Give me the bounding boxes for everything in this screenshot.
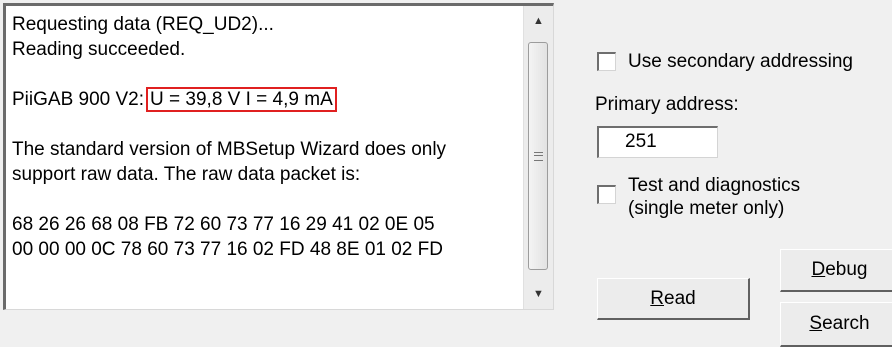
output-line: PiiGAB 900 V2: U = 39,8 V I = 4,9 mA xyxy=(12,87,524,112)
read-button[interactable]: Read xyxy=(597,278,750,320)
debug-label-rest: ebug xyxy=(825,259,868,280)
search-label-rest: earch xyxy=(822,313,870,334)
primary-address-input[interactable]: 251 xyxy=(597,126,718,158)
test-diagnostics-label-line2: (single meter only) xyxy=(628,198,785,219)
secondary-addressing-checkbox[interactable] xyxy=(597,52,616,71)
output-blank-line xyxy=(12,62,524,87)
output-line: 00 00 00 0C 78 60 73 77 16 02 FD 48 8E 0… xyxy=(12,239,443,260)
test-diagnostics-checkbox[interactable] xyxy=(597,185,616,204)
measurement-highlight: U = 39,8 V I = 4,9 mA xyxy=(146,87,337,112)
output-line: support raw data. The raw data packet is… xyxy=(12,164,361,185)
vertical-scrollbar[interactable]: ▲ ▼ xyxy=(523,6,553,309)
secondary-addressing-option[interactable]: Use secondary addressing xyxy=(597,52,853,72)
output-line: Reading succeeded. xyxy=(12,39,186,60)
test-diagnostics-label: Test and diagnostics (single meter only) xyxy=(628,174,800,220)
output-blank-line xyxy=(12,112,524,137)
output-blank-line xyxy=(12,187,524,212)
output-text: Requesting data (REQ_UD2)... Reading suc… xyxy=(12,12,524,262)
search-button[interactable]: Search xyxy=(780,302,892,347)
primary-address-label: Primary address: xyxy=(595,94,739,115)
debug-button[interactable]: Debug xyxy=(780,249,892,292)
output-line: Requesting data (REQ_UD2)... xyxy=(12,14,274,35)
search-mnemonic: S xyxy=(809,313,823,334)
up-arrow-icon[interactable]: ▲ xyxy=(524,6,553,36)
down-arrow-icon[interactable]: ▼ xyxy=(524,279,553,309)
secondary-addressing-label: Use secondary addressing xyxy=(628,51,853,72)
grip-icon xyxy=(533,151,543,161)
read-mnemonic: R xyxy=(650,287,665,309)
output-line: The standard version of MBSetup Wizard d… xyxy=(12,139,447,160)
test-diagnostics-option[interactable]: Test and diagnostics (single meter only) xyxy=(597,174,800,220)
test-diagnostics-label-line1: Test and diagnostics xyxy=(628,175,801,196)
read-label-rest: ead xyxy=(664,287,696,309)
output-textarea[interactable]: Requesting data (REQ_UD2)... Reading suc… xyxy=(3,3,554,310)
debug-mnemonic: D xyxy=(811,259,826,280)
output-line: 68 26 26 68 08 FB 72 60 73 77 16 29 41 0… xyxy=(12,214,435,235)
scroll-thumb[interactable] xyxy=(528,42,548,270)
device-name: PiiGAB 900 V2: xyxy=(12,89,145,110)
